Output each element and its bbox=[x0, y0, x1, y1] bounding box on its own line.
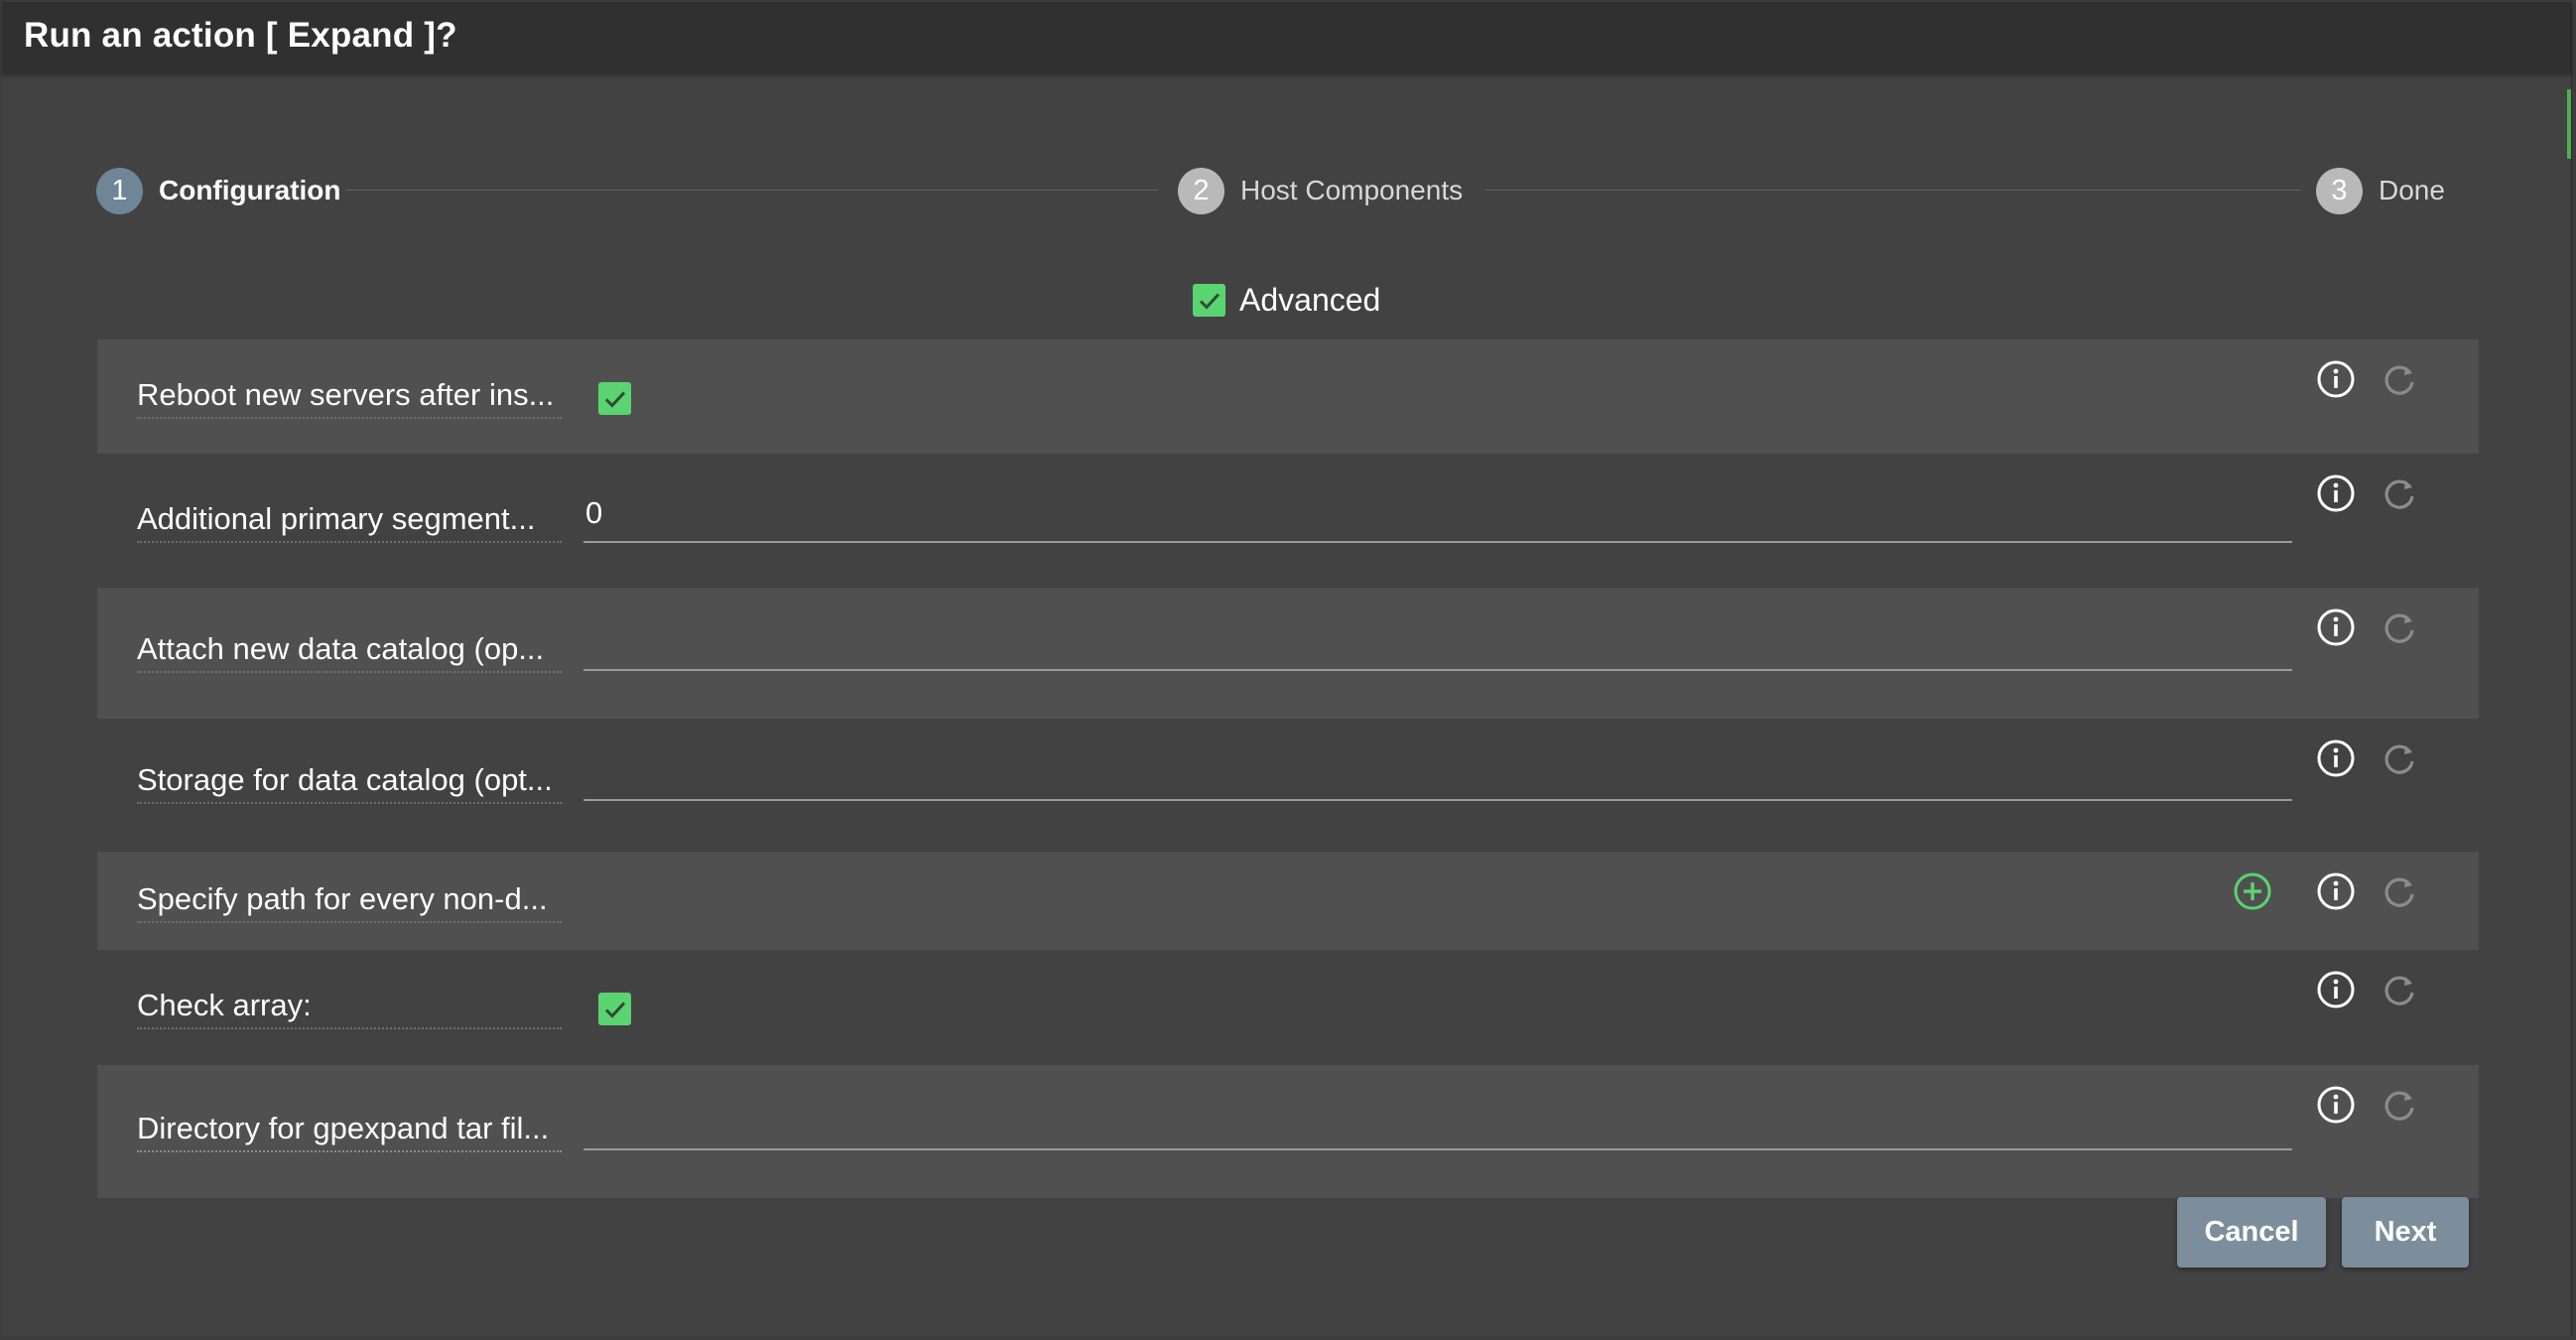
field-row-storage-catalog: Storage for data catalog (opt... bbox=[97, 719, 2479, 852]
add-path-button[interactable] bbox=[2233, 871, 2272, 911]
field-row-reboot: Reboot new servers after ins... bbox=[97, 339, 2479, 454]
step-number-1: 1 bbox=[96, 167, 143, 214]
attach-catalog-input[interactable] bbox=[583, 621, 2292, 671]
step-done[interactable]: 3 Done bbox=[2316, 166, 2445, 215]
field-row-specify-path: Specify path for every non-d... bbox=[97, 852, 2479, 950]
reset-button[interactable] bbox=[2380, 871, 2419, 911]
info-button[interactable] bbox=[2316, 359, 2356, 399]
reboot-checkbox[interactable] bbox=[598, 382, 631, 415]
step-connector-1 bbox=[346, 190, 1158, 191]
info-button[interactable] bbox=[2316, 607, 2356, 647]
info-circle-icon bbox=[2317, 1086, 2355, 1124]
step-host-components[interactable]: 2 Host Components bbox=[1178, 166, 1463, 215]
info-circle-icon bbox=[2317, 360, 2355, 398]
info-button[interactable] bbox=[2316, 871, 2356, 911]
refresh-icon bbox=[2384, 1091, 2414, 1121]
info-button[interactable] bbox=[2316, 1085, 2356, 1125]
reset-button[interactable] bbox=[2380, 473, 2419, 513]
check-icon bbox=[1199, 292, 1220, 310]
field-label-check-array: Check array: bbox=[137, 988, 562, 1029]
step-label-done: Done bbox=[2379, 175, 2445, 205]
reset-button[interactable] bbox=[2380, 1085, 2419, 1125]
wizard-stepper: 1 Configuration 2 Host Components 3 Done bbox=[96, 166, 2448, 215]
primary-segment-input[interactable]: 0 bbox=[583, 493, 2292, 543]
field-label-primary-segment: Additional primary segment... bbox=[137, 501, 562, 543]
dialog-titlebar: Run an action [ Expand ]? bbox=[2, 2, 2571, 73]
field-row-attach-catalog: Attach new data catalog (op... bbox=[97, 588, 2479, 719]
check-icon bbox=[604, 1001, 625, 1018]
step-number-2: 2 bbox=[1178, 167, 1224, 214]
refresh-icon bbox=[2384, 613, 2414, 643]
field-label-gpexpand-directory: Directory for gpexpand tar fil... bbox=[137, 1111, 562, 1152]
action-dialog: Run an action [ Expand ]? 1 Configuratio… bbox=[2, 2, 2572, 1336]
advanced-checkbox[interactable] bbox=[1193, 284, 1225, 317]
reset-button[interactable] bbox=[2380, 607, 2419, 647]
field-label-storage-catalog: Storage for data catalog (opt... bbox=[137, 762, 562, 804]
step-label-configuration: Configuration bbox=[159, 175, 341, 205]
reset-button[interactable] bbox=[2380, 738, 2419, 778]
reset-button[interactable] bbox=[2380, 970, 2419, 1009]
info-circle-icon bbox=[2317, 872, 2355, 910]
field-label-specify-path: Specify path for every non-d... bbox=[137, 881, 562, 923]
step-configuration[interactable]: 1 Configuration bbox=[96, 166, 341, 215]
step-number-3: 3 bbox=[2316, 167, 2363, 214]
field-row-check-array: Check array: bbox=[97, 950, 2479, 1065]
cancel-button[interactable]: Cancel bbox=[2177, 1197, 2326, 1268]
dialog-title: Run an action [ Expand ]? bbox=[24, 16, 457, 55]
advanced-toggle[interactable]: Advanced bbox=[1193, 282, 1380, 319]
field-row-primary-segment: Additional primary segment... 0 bbox=[97, 454, 2479, 588]
plus-circle-icon bbox=[2234, 872, 2271, 910]
field-label-reboot: Reboot new servers after ins... bbox=[137, 377, 562, 419]
gpexpand-directory-input[interactable] bbox=[583, 1101, 2292, 1150]
next-button[interactable]: Next bbox=[2342, 1197, 2469, 1268]
field-row-gpexpand-directory: Directory for gpexpand tar fil... bbox=[97, 1065, 2479, 1198]
edge-accent-bar bbox=[2567, 89, 2571, 159]
info-button[interactable] bbox=[2316, 970, 2356, 1009]
step-label-host-components: Host Components bbox=[1240, 175, 1464, 205]
refresh-icon bbox=[2384, 744, 2414, 774]
refresh-icon bbox=[2384, 365, 2414, 395]
info-button[interactable] bbox=[2316, 738, 2356, 778]
info-circle-icon bbox=[2317, 608, 2355, 646]
refresh-icon bbox=[2384, 877, 2414, 907]
info-circle-icon bbox=[2317, 474, 2355, 512]
info-circle-icon bbox=[2317, 971, 2355, 1008]
refresh-icon bbox=[2384, 479, 2414, 509]
refresh-icon bbox=[2384, 976, 2414, 1005]
storage-catalog-input[interactable] bbox=[583, 751, 2292, 801]
field-label-attach-catalog: Attach new data catalog (op... bbox=[137, 631, 562, 673]
info-button[interactable] bbox=[2316, 473, 2356, 513]
check-icon bbox=[604, 390, 625, 408]
check-array-checkbox[interactable] bbox=[598, 993, 631, 1025]
advanced-label: Advanced bbox=[1239, 282, 1381, 318]
reset-button[interactable] bbox=[2380, 359, 2419, 399]
step-connector-2 bbox=[1485, 190, 2301, 191]
info-circle-icon bbox=[2317, 739, 2355, 777]
